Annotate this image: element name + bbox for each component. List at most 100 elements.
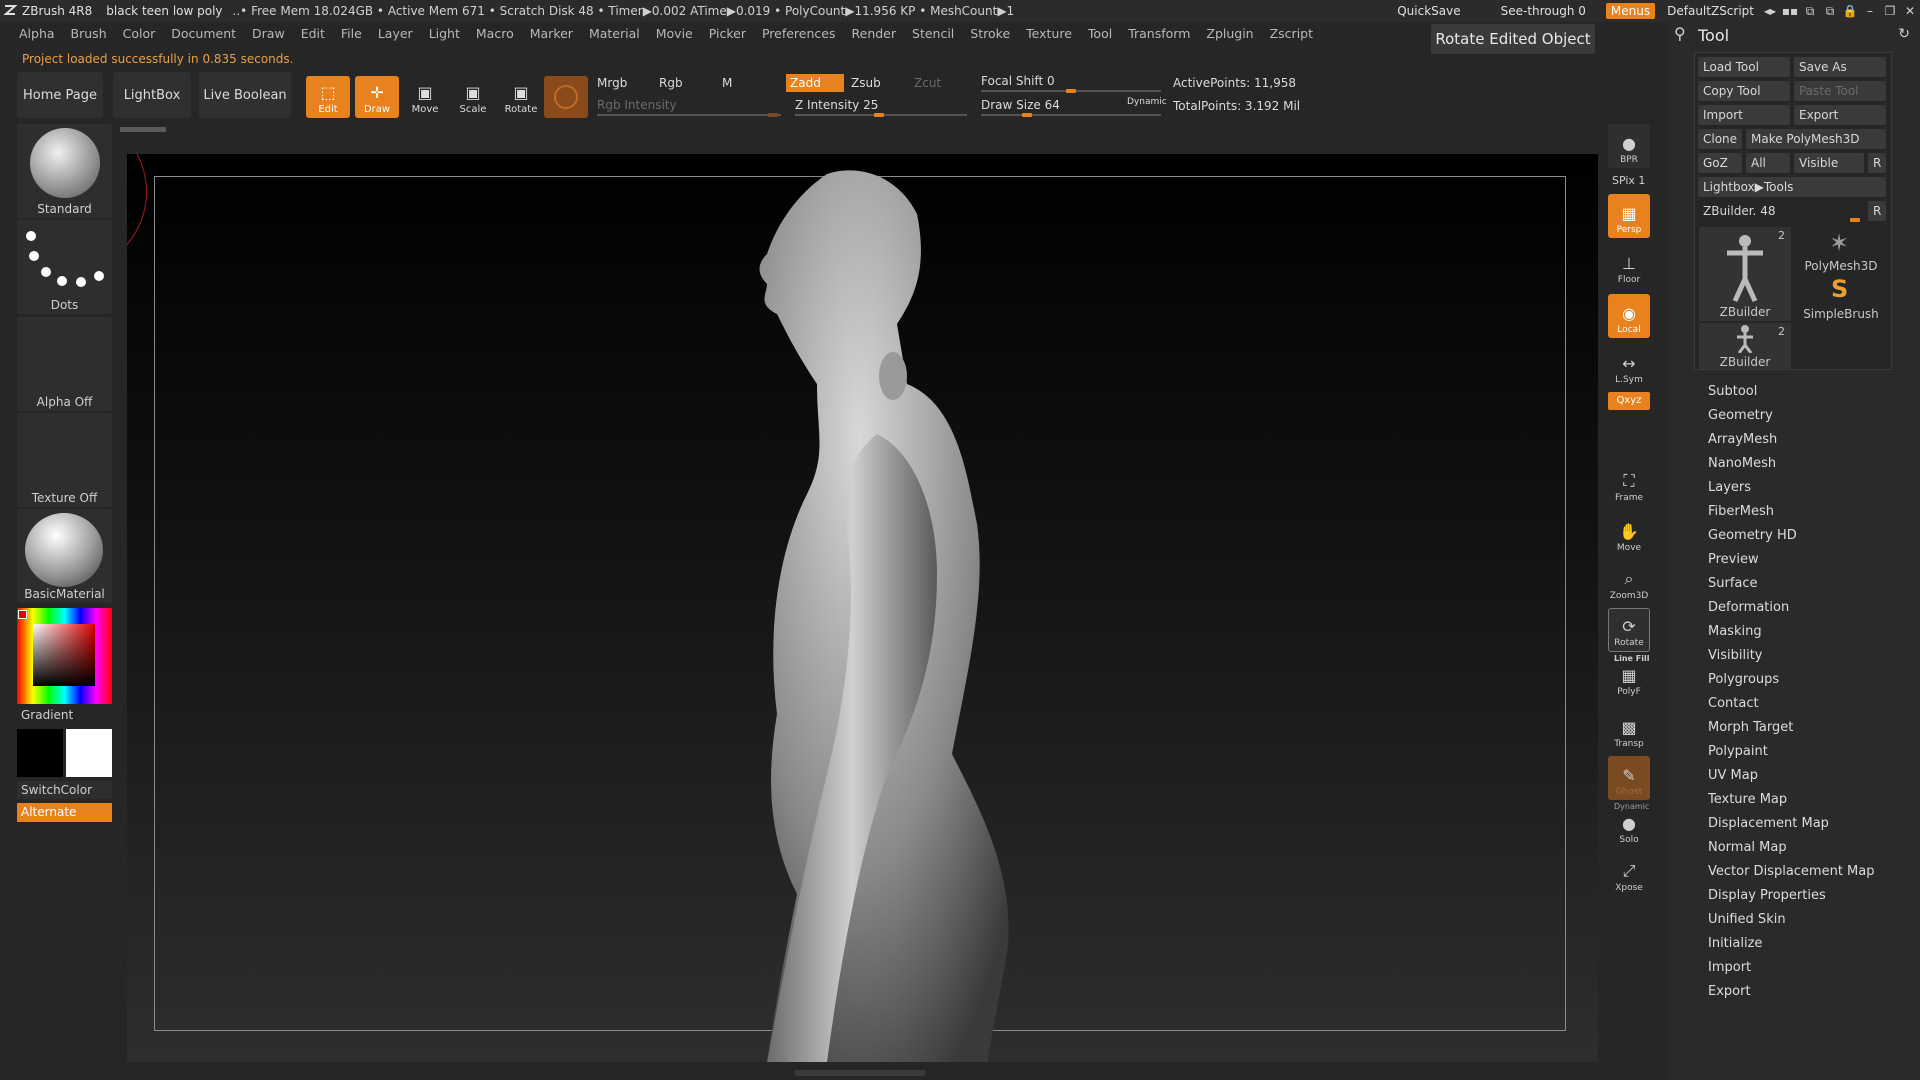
color-saturation-square[interactable] bbox=[33, 624, 95, 686]
subpalette-polypaint[interactable]: Polypaint bbox=[1708, 740, 1875, 764]
menu-picker[interactable]: Picker bbox=[709, 26, 746, 46]
load-tool-button[interactable]: Load Tool bbox=[1698, 57, 1790, 77]
lock-icon[interactable]: 🔒 bbox=[1840, 4, 1860, 18]
subpalette-export[interactable]: Export bbox=[1708, 980, 1875, 1004]
menu-preferences[interactable]: Preferences bbox=[762, 26, 836, 46]
menu-material[interactable]: Material bbox=[589, 26, 640, 46]
menu-draw[interactable]: Draw bbox=[252, 26, 285, 46]
move-view-button[interactable]: ✋ Move bbox=[1608, 512, 1650, 556]
subpalette-displacement-map[interactable]: Displacement Map bbox=[1708, 812, 1875, 836]
subpalette-vector-displacement-map[interactable]: Vector Displacement Map bbox=[1708, 860, 1875, 884]
menu-layer[interactable]: Layer bbox=[378, 26, 413, 46]
restore-icon[interactable]: ⧉ bbox=[1820, 4, 1840, 19]
goz-r-button[interactable]: R bbox=[1868, 153, 1886, 173]
z-intensity-slider[interactable]: Z Intensity 25 bbox=[795, 98, 878, 112]
copy-tool-button[interactable]: Copy Tool bbox=[1698, 81, 1790, 101]
rgb-color-swatch[interactable] bbox=[544, 76, 588, 118]
subpalette-visibility[interactable]: Visibility bbox=[1708, 644, 1875, 668]
polyf-button[interactable]: ▦ PolyF bbox=[1608, 656, 1650, 700]
main-color-swatch[interactable] bbox=[17, 729, 63, 777]
bottom-shelf-handle[interactable] bbox=[795, 1070, 925, 1076]
copy-icon[interactable]: ⧉ bbox=[1800, 4, 1820, 19]
menu-render[interactable]: Render bbox=[852, 26, 897, 46]
draw-size-knob[interactable] bbox=[1022, 113, 1032, 117]
goz-all-button[interactable]: All bbox=[1746, 153, 1790, 173]
zbuilder-slider[interactable]: ZBuilder. 48 bbox=[1698, 201, 1864, 221]
menu-movie[interactable]: Movie bbox=[656, 26, 693, 46]
rotate-button[interactable]: ▣ Rotate bbox=[499, 76, 543, 118]
subpalette-polygroups[interactable]: Polygroups bbox=[1708, 668, 1875, 692]
tool-thumb-zbuilder-2[interactable]: 2 ZBuilder bbox=[1699, 323, 1791, 369]
subpalette-fibermesh[interactable]: FiberMesh bbox=[1708, 500, 1875, 524]
export-tool-button[interactable]: Export bbox=[1794, 105, 1886, 125]
goz-visible-button[interactable]: Visible bbox=[1794, 153, 1864, 173]
zbuilder-r-button[interactable]: R bbox=[1868, 201, 1886, 221]
stroke-picker[interactable]: Dots bbox=[17, 220, 112, 314]
focal-shift-knob[interactable] bbox=[1066, 89, 1076, 93]
menu-texture[interactable]: Texture bbox=[1026, 26, 1072, 46]
palette-reset-icon[interactable]: ↻ bbox=[1898, 26, 1910, 42]
color-picker[interactable] bbox=[17, 608, 112, 704]
default-zscript-button[interactable]: DefaultZScript bbox=[1667, 4, 1754, 18]
subpalette-masking[interactable]: Masking bbox=[1708, 620, 1875, 644]
bpr-button[interactable]: ● BPR bbox=[1608, 124, 1650, 168]
menu-zplugin[interactable]: Zplugin bbox=[1206, 26, 1253, 46]
quicksave-button[interactable]: QuickSave bbox=[1397, 4, 1460, 18]
menu-zscript[interactable]: Zscript bbox=[1270, 26, 1313, 46]
subpalette-arraymesh[interactable]: ArrayMesh bbox=[1708, 428, 1875, 452]
tool-thumb-simplebrush[interactable]: S SimpleBrush bbox=[1795, 275, 1887, 321]
menu-light[interactable]: Light bbox=[429, 26, 460, 46]
minimize-icon[interactable]: – bbox=[1860, 4, 1880, 18]
draw-size-slider[interactable]: Draw Size 64 bbox=[981, 98, 1060, 112]
persp-button[interactable]: ▦ Persp bbox=[1608, 194, 1650, 238]
subpalette-display-properties[interactable]: Display Properties bbox=[1708, 884, 1875, 908]
menu-document[interactable]: Document bbox=[171, 26, 236, 46]
save-as-button[interactable]: Save As bbox=[1794, 57, 1886, 77]
subpalette-initialize[interactable]: Initialize bbox=[1708, 932, 1875, 956]
viewport-scrollbar-handle[interactable] bbox=[120, 127, 166, 132]
scale-button[interactable]: ▣ Scale bbox=[451, 76, 495, 118]
xyz-symmetry-button[interactable]: Qxyz bbox=[1608, 392, 1650, 410]
rgb-intensity-slider[interactable]: Rgb Intensity bbox=[597, 98, 677, 112]
subpalette-geometry-hd[interactable]: Geometry HD bbox=[1708, 524, 1875, 548]
maximize-icon[interactable]: ❐ bbox=[1880, 4, 1900, 18]
mrgb-button[interactable]: Mrgb bbox=[597, 76, 627, 90]
clone-button[interactable]: Clone bbox=[1698, 129, 1742, 149]
subpalette-unified-skin[interactable]: Unified Skin bbox=[1708, 908, 1875, 932]
zsub-button[interactable]: Zsub bbox=[851, 76, 881, 90]
tool-thumb-zbuilder[interactable]: 2 ZBuilder bbox=[1699, 227, 1791, 321]
transp-button[interactable]: ▩ Transp bbox=[1608, 708, 1650, 752]
subpalette-preview[interactable]: Preview bbox=[1708, 548, 1875, 572]
zbuilder-slider-knob[interactable] bbox=[1850, 218, 1860, 222]
lightbox-button[interactable]: LightBox bbox=[113, 72, 191, 118]
menu-stroke[interactable]: Stroke bbox=[970, 26, 1010, 46]
subpalette-normal-map[interactable]: Normal Map bbox=[1708, 836, 1875, 860]
layout-icon[interactable]: ◂▸ bbox=[1760, 4, 1780, 18]
palette-pin-icon[interactable]: ⚲ bbox=[1674, 24, 1686, 43]
menu-edit[interactable]: Edit bbox=[301, 26, 325, 46]
rgb-intensity-knob[interactable] bbox=[768, 113, 778, 117]
zadd-button[interactable]: Zadd bbox=[786, 74, 844, 92]
make-polymesh-button[interactable]: Make PolyMesh3D bbox=[1746, 129, 1886, 149]
import-tool-button[interactable]: Import bbox=[1698, 105, 1790, 125]
lightbox-tools-button[interactable]: Lightbox▶Tools bbox=[1698, 177, 1886, 197]
draw-button[interactable]: ✛ Draw bbox=[355, 76, 399, 118]
subpalette-uv-map[interactable]: UV Map bbox=[1708, 764, 1875, 788]
menus-toggle[interactable]: Menus bbox=[1605, 3, 1656, 19]
menu-marker[interactable]: Marker bbox=[530, 26, 573, 46]
live-boolean-button[interactable]: Live Boolean bbox=[199, 72, 291, 118]
menu-stencil[interactable]: Stencil bbox=[912, 26, 954, 46]
tool-thumb-polymesh3d[interactable]: ✶ PolyMesh3D bbox=[1795, 227, 1887, 273]
subpalette-geometry[interactable]: Geometry bbox=[1708, 404, 1875, 428]
see-through-slider[interactable]: See-through 0 bbox=[1501, 4, 1586, 18]
subpalette-contact[interactable]: Contact bbox=[1708, 692, 1875, 716]
brush-picker[interactable]: Standard bbox=[17, 124, 112, 218]
local-button[interactable]: ◉ Local bbox=[1608, 294, 1650, 338]
lsym-button[interactable]: ↔ L.Sym bbox=[1608, 344, 1650, 388]
floor-button[interactable]: ⊥ Floor bbox=[1608, 244, 1650, 288]
paste-tool-button[interactable]: Paste Tool bbox=[1794, 81, 1886, 101]
subpalette-texture-map[interactable]: Texture Map bbox=[1708, 788, 1875, 812]
ghost-button[interactable]: ✎ Ghost bbox=[1608, 756, 1650, 800]
subpalette-surface[interactable]: Surface bbox=[1708, 572, 1875, 596]
xpose-button[interactable]: ⤢ Xpose bbox=[1608, 852, 1650, 896]
